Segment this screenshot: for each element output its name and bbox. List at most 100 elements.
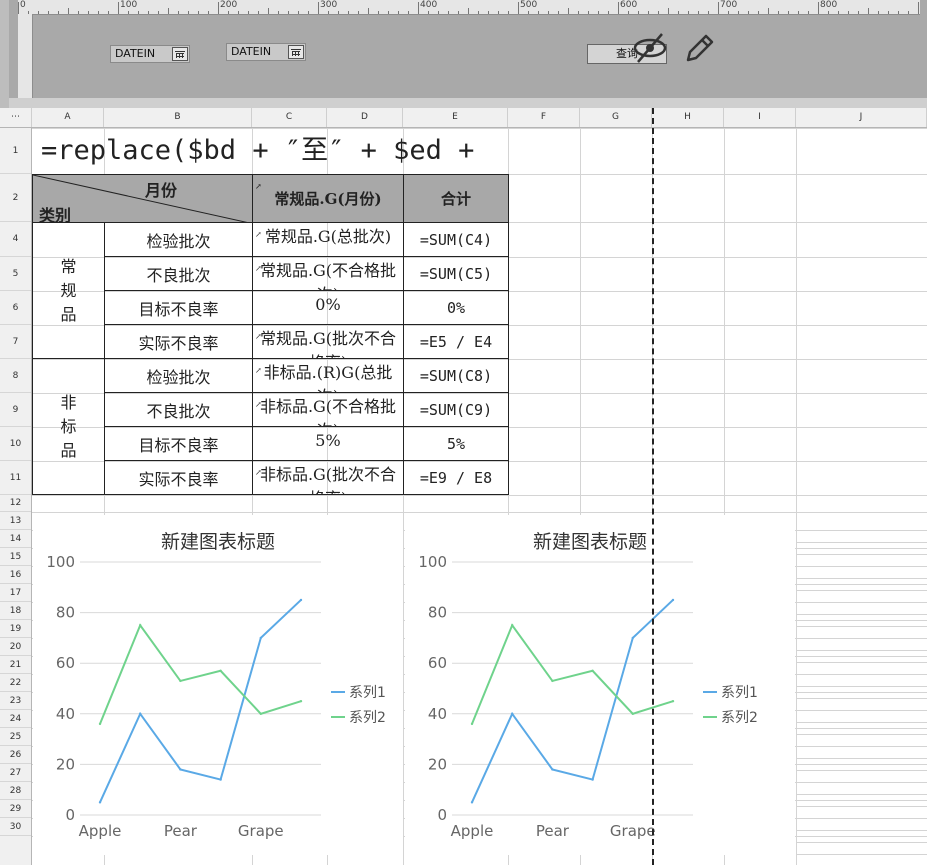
total-cell[interactable]: =SUM(C5) xyxy=(403,256,509,291)
value-cell[interactable]: 0% xyxy=(252,290,404,325)
row-header[interactable]: 10 xyxy=(0,427,31,461)
row-header[interactable]: 14 xyxy=(0,530,31,548)
series-1-point[interactable] xyxy=(591,778,594,781)
column-header-c[interactable]: C xyxy=(252,108,327,127)
value-cell[interactable]: ↗常规品.G(不合格批次) xyxy=(252,256,404,291)
total-cell[interactable]: =SUM(C8) xyxy=(403,358,509,393)
row-header[interactable]: 23 xyxy=(0,692,31,710)
line-chart-right[interactable]: 新建图表标题 0 20 40 60 80 100 Apple Pear Grape 系列1 系列2 xyxy=(405,515,795,855)
column-header-e[interactable]: E xyxy=(403,108,508,127)
title-formula-cell[interactable]: =replace($bd + ″至″ + $ed + xyxy=(33,128,509,174)
row-header[interactable]: 22 xyxy=(0,674,31,692)
series-2-point[interactable] xyxy=(511,624,514,627)
row-header[interactable]: 21 xyxy=(0,656,31,674)
row-header[interactable]: 30 xyxy=(0,818,31,836)
series-1-point[interactable] xyxy=(551,768,554,771)
column-header-a[interactable]: A xyxy=(32,108,104,127)
value-cell[interactable]: 5% xyxy=(252,426,404,461)
total-cell[interactable]: =SUM(C9) xyxy=(403,392,509,427)
row-header[interactable]: 9 xyxy=(0,393,31,427)
row-header[interactable]: 16 xyxy=(0,566,31,584)
row-label-cell[interactable]: 检验批次 xyxy=(104,358,253,393)
row-header[interactable]: 1 xyxy=(0,128,31,174)
row-header[interactable]: 15 xyxy=(0,548,31,566)
calendar-icon[interactable] xyxy=(172,47,188,61)
row-header[interactable]: 8 xyxy=(0,359,31,393)
row-header[interactable]: 5 xyxy=(0,257,31,291)
select-all-corner[interactable]: ⋯ xyxy=(0,108,32,127)
hide-eye-icon[interactable] xyxy=(632,32,670,64)
column-header-f[interactable]: F xyxy=(508,108,580,127)
row-header[interactable]: 11 xyxy=(0,461,31,495)
row-header[interactable]: 18 xyxy=(0,602,31,620)
row-header[interactable]: 27 xyxy=(0,764,31,782)
row-label-cell[interactable]: 不良批次 xyxy=(104,256,253,291)
series-1-point[interactable] xyxy=(631,636,634,640)
row-header[interactable]: 7 xyxy=(0,325,31,359)
series-2-point[interactable] xyxy=(219,669,222,672)
total-cell[interactable]: =E9 / E8 xyxy=(403,460,509,495)
total-cell[interactable]: 5% xyxy=(403,426,509,461)
row-header[interactable]: 2 xyxy=(0,174,31,222)
header-total[interactable]: 合计 xyxy=(403,174,509,223)
series-2-point[interactable] xyxy=(139,624,142,627)
row-header[interactable]: 26 xyxy=(0,746,31,764)
series-1-point[interactable] xyxy=(470,801,474,804)
value-cell[interactable]: ↗非标品.G(不合格批次) xyxy=(252,392,404,427)
total-cell[interactable]: =E5 / E4 xyxy=(403,324,509,359)
series-2-point[interactable] xyxy=(98,722,102,726)
edit-pencil-icon[interactable] xyxy=(684,32,716,64)
value-cell[interactable]: ↗非标品.(R)G(总批次) xyxy=(252,358,404,393)
row-header[interactable]: 13 xyxy=(0,512,31,530)
column-header-j[interactable]: J xyxy=(796,108,927,127)
row-label-cell[interactable]: 不良批次 xyxy=(104,392,253,427)
series-1-point[interactable] xyxy=(671,598,675,602)
row-label-cell[interactable]: 目标不良率 xyxy=(104,426,253,461)
row-label-cell[interactable]: 实际不良率 xyxy=(104,324,253,359)
value-cell[interactable]: ↗非标品.G(批次不合格率) xyxy=(252,460,404,495)
series-2-point[interactable] xyxy=(299,699,303,703)
series-1-point[interactable] xyxy=(139,712,142,715)
series-2-point[interactable] xyxy=(470,722,474,726)
column-header-b[interactable]: B xyxy=(104,108,252,127)
series-2-point[interactable] xyxy=(179,679,182,683)
row-header[interactable]: 17 xyxy=(0,584,31,602)
header-regular-month[interactable]: ↗ 常规品.G(月份) xyxy=(252,174,404,223)
series-2-point[interactable] xyxy=(591,669,594,672)
row-label-cell[interactable]: 检验批次 xyxy=(104,222,253,257)
column-header-d[interactable]: D xyxy=(327,108,403,127)
series-1-point[interactable] xyxy=(98,801,102,804)
value-cell[interactable]: ↗常规品.G(批次不合格率) xyxy=(252,324,404,359)
series-2-point[interactable] xyxy=(671,699,675,703)
row-label-cell[interactable]: 实际不良率 xyxy=(104,460,253,495)
series-line-2[interactable] xyxy=(99,623,302,725)
column-header-h[interactable]: H xyxy=(652,108,724,127)
series-1-point[interactable] xyxy=(299,598,303,602)
series-1-point[interactable] xyxy=(511,712,514,715)
row-header[interactable]: 12 xyxy=(0,495,31,512)
series-2-point[interactable] xyxy=(631,712,634,715)
series-1-point[interactable] xyxy=(219,778,222,781)
row-header[interactable]: 4 xyxy=(0,222,31,257)
row-header[interactable]: 29 xyxy=(0,800,31,818)
date-picker-end[interactable]: DATEIN xyxy=(226,43,306,61)
date-picker-start[interactable]: DATEIN xyxy=(110,45,190,63)
row-header[interactable]: 28 xyxy=(0,782,31,800)
group-nonstandard[interactable]: 非标品 xyxy=(32,358,105,495)
row-label-cell[interactable]: 目标不良率 xyxy=(104,290,253,325)
series-2-point[interactable] xyxy=(259,712,262,715)
calendar-icon[interactable] xyxy=(288,45,304,59)
series-2-point[interactable] xyxy=(551,679,554,683)
row-header[interactable]: 25 xyxy=(0,728,31,746)
series-1-point[interactable] xyxy=(179,768,182,771)
series-line-1[interactable] xyxy=(99,599,302,803)
column-header-i[interactable]: I xyxy=(724,108,796,127)
line-chart-left[interactable]: 新建图表标题 0 20 40 60 80 100 Apple Pear Grape 系列1 系列2 xyxy=(33,515,403,855)
row-header[interactable]: 6 xyxy=(0,291,31,325)
value-cell[interactable]: ↗ 常规品.G(总批次) xyxy=(252,222,404,257)
series-line-1[interactable] xyxy=(471,599,674,803)
diagonal-header-cell[interactable]: 月份 类别 xyxy=(32,174,253,223)
total-cell[interactable]: 0% xyxy=(403,290,509,325)
column-header-g[interactable]: G xyxy=(580,108,652,127)
series-1-point[interactable] xyxy=(259,636,262,640)
